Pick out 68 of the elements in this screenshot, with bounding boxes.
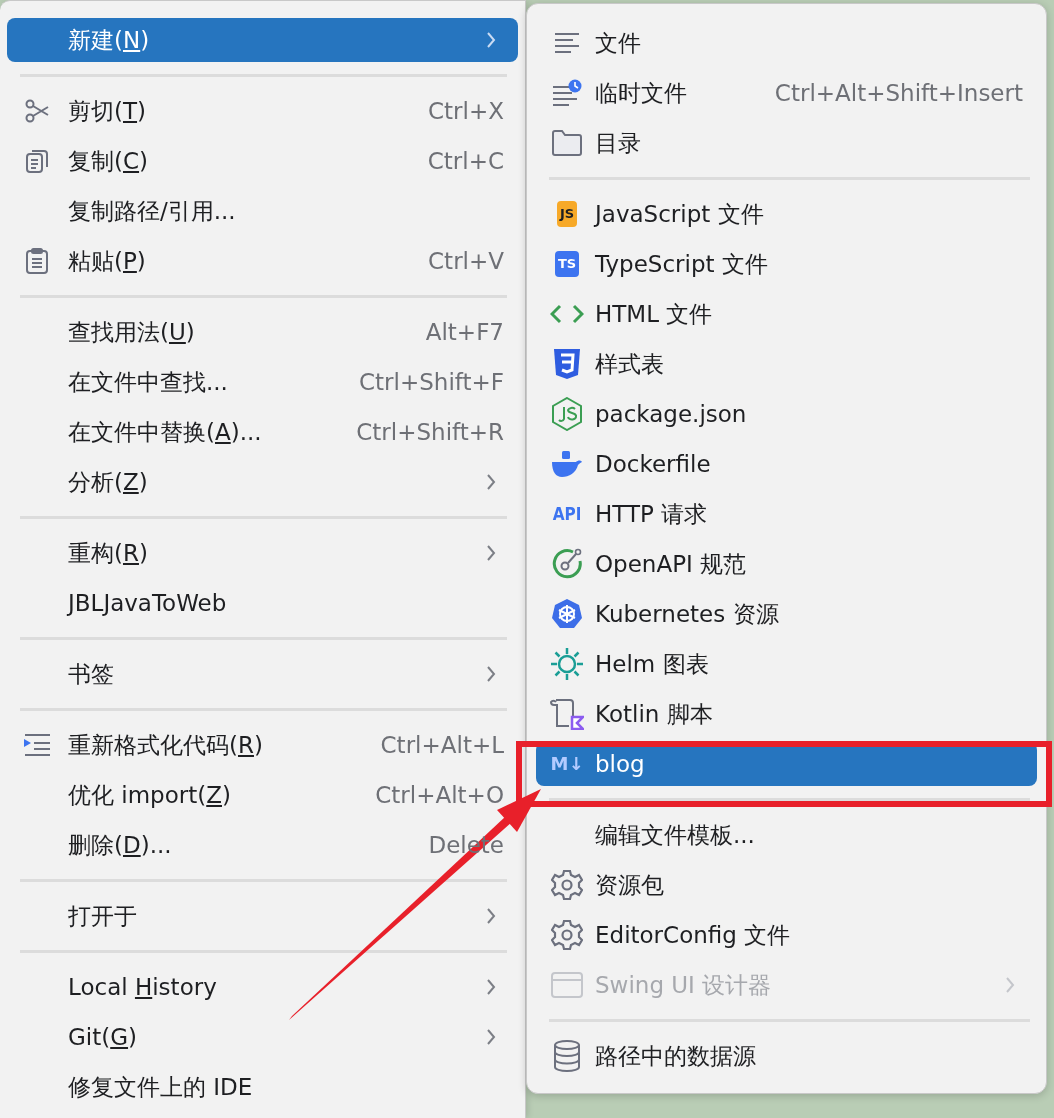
gear-icon	[551, 919, 583, 951]
clipboard-icon	[24, 247, 50, 275]
menu-item[interactable]: 复制路径/引用...	[7, 189, 518, 233]
menu-item[interactable]: Helm 图表	[536, 642, 1037, 686]
menu-item[interactable]: 资源包	[536, 863, 1037, 907]
menu-item[interactable]: 在文件中查找... Ctrl+Shift+F	[7, 360, 518, 404]
shortcut-label: Ctrl+V	[428, 248, 504, 274]
shortcut-label: Ctrl+Shift+F	[359, 369, 504, 395]
indent-icon	[23, 733, 51, 757]
copy-icon	[24, 148, 50, 174]
text-file-icon	[554, 32, 580, 54]
menu-item[interactable]: API HTTP 请求	[536, 492, 1037, 536]
shortcut-label: Ctrl+Shift+R	[356, 419, 504, 445]
menu-item[interactable]: Git(G)	[7, 1015, 518, 1059]
menu-item[interactable]: 粘贴(P) Ctrl+V	[7, 239, 518, 283]
menu-item[interactable]: 修复文件上的 IDE	[7, 1065, 518, 1109]
menu-item[interactable]: Kotlin 脚本	[536, 692, 1037, 736]
menu-item[interactable]: Dockerfile	[536, 442, 1037, 486]
menu-item[interactable]: 复制(C) Ctrl+C	[7, 139, 518, 183]
menu-item[interactable]: JBLJavaToWeb	[7, 581, 518, 625]
scissors-icon	[24, 98, 50, 124]
shortcut-label: Ctrl+Alt+O	[375, 782, 504, 808]
menu-item[interactable]: Local History	[7, 965, 518, 1009]
folder-icon	[551, 129, 583, 157]
menu-item[interactable]: 剪切(T) Ctrl+X	[7, 89, 518, 133]
ts-badge-icon: TS	[554, 251, 580, 277]
menu-item[interactable]: Kubernetes 资源	[536, 592, 1037, 636]
menu-item[interactable]: 新建(N)	[7, 18, 518, 62]
menu-item[interactable]: 编辑文件模板...	[536, 813, 1037, 857]
js-badge-icon: JS	[556, 201, 578, 227]
menu-item[interactable]: 书签	[7, 652, 518, 696]
shield-icon	[553, 348, 581, 380]
menu-item[interactable]: 在文件中替换(A)... Ctrl+Shift+R	[7, 410, 518, 454]
shortcut-label: Ctrl+Alt+L	[380, 732, 504, 758]
menu-item[interactable]: 优化 import(Z) Ctrl+Alt+O	[7, 773, 518, 817]
menu-item[interactable]: 重新格式化代码(R) Ctrl+Alt+L	[7, 723, 518, 767]
script-icon	[550, 698, 584, 730]
gauge-icon	[551, 548, 583, 580]
window-icon	[551, 971, 583, 999]
hexagon-icon	[551, 397, 583, 431]
scratch-file-icon	[552, 79, 582, 107]
helm-wheel-icon	[551, 598, 583, 630]
menu-item[interactable]: HTML 文件	[536, 292, 1037, 336]
whale-icon	[551, 450, 583, 478]
markdown-icon: M↓	[550, 751, 584, 777]
shortcut-label: Ctrl+X	[428, 98, 504, 124]
menu-item[interactable]: TS TypeScript 文件	[536, 242, 1037, 286]
sun-icon	[550, 647, 584, 681]
menu-item[interactable]: 重构(R)	[7, 531, 518, 575]
menu-item[interactable]: 目录	[536, 121, 1037, 165]
shortcut-label: Ctrl+C	[427, 148, 504, 174]
menu-item[interactable]: EditorConfig 文件	[536, 913, 1037, 957]
gear-icon	[551, 869, 583, 901]
api-text-icon: API	[552, 501, 582, 527]
menu-item[interactable]: 查找用法(U) Alt+F7	[7, 310, 518, 354]
menu-item[interactable]: package.json	[536, 392, 1037, 436]
menu-item[interactable]: 文件	[536, 21, 1037, 65]
shortcut-label: Alt+F7	[425, 319, 504, 345]
menu-item[interactable]: 样式表	[536, 342, 1037, 386]
menu-item[interactable]: 临时文件 Ctrl+Alt+Shift+Insert	[536, 71, 1037, 115]
menu-item[interactable]: 分析(Z)	[7, 460, 518, 504]
menu-item[interactable]: OpenAPI 规范	[536, 542, 1037, 586]
menu-item[interactable]: 打开于	[7, 894, 518, 938]
code-brackets-icon	[550, 303, 584, 325]
shortcut-label: Ctrl+Alt+Shift+Insert	[774, 80, 1023, 106]
database-icon	[553, 1040, 581, 1072]
menu-item[interactable]: JS JavaScript 文件	[536, 192, 1037, 236]
menu-item[interactable]: 路径中的数据源	[536, 1034, 1037, 1078]
